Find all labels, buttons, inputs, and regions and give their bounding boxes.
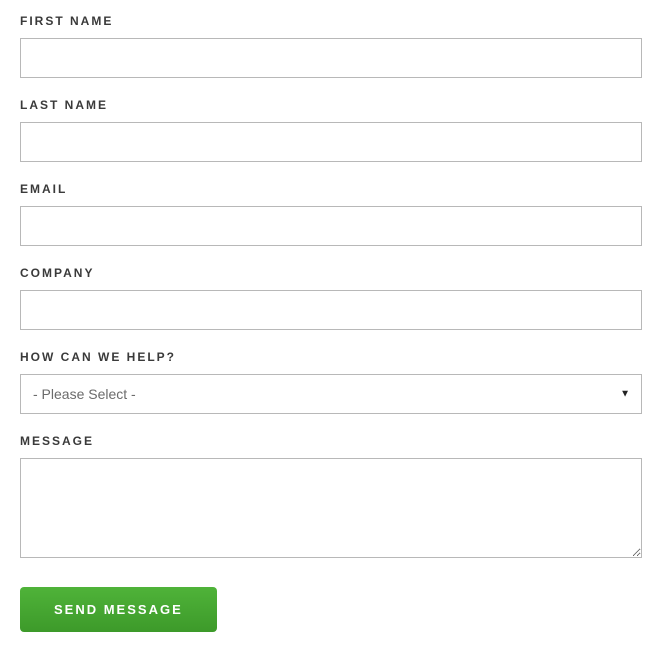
send-message-button[interactable]: SEND MESSAGE — [20, 587, 217, 632]
email-label: EMAIL — [20, 182, 642, 196]
help-label: HOW CAN WE HELP? — [20, 350, 642, 364]
email-input[interactable] — [20, 206, 642, 246]
company-label: COMPANY — [20, 266, 642, 280]
last-name-label: LAST NAME — [20, 98, 642, 112]
last-name-input[interactable] — [20, 122, 642, 162]
message-label: MESSAGE — [20, 434, 642, 448]
company-input[interactable] — [20, 290, 642, 330]
contact-form: FIRST NAME LAST NAME EMAIL COMPANY HOW C… — [20, 14, 642, 632]
message-group: MESSAGE — [20, 434, 642, 563]
first-name-label: FIRST NAME — [20, 14, 642, 28]
first-name-input[interactable] — [20, 38, 642, 78]
message-textarea[interactable] — [20, 458, 642, 558]
first-name-group: FIRST NAME — [20, 14, 642, 78]
last-name-group: LAST NAME — [20, 98, 642, 162]
company-group: COMPANY — [20, 266, 642, 330]
help-group: HOW CAN WE HELP? - Please Select - ▼ — [20, 350, 642, 414]
email-group: EMAIL — [20, 182, 642, 246]
help-select[interactable]: - Please Select - — [20, 374, 642, 414]
help-select-wrapper: - Please Select - ▼ — [20, 374, 642, 414]
